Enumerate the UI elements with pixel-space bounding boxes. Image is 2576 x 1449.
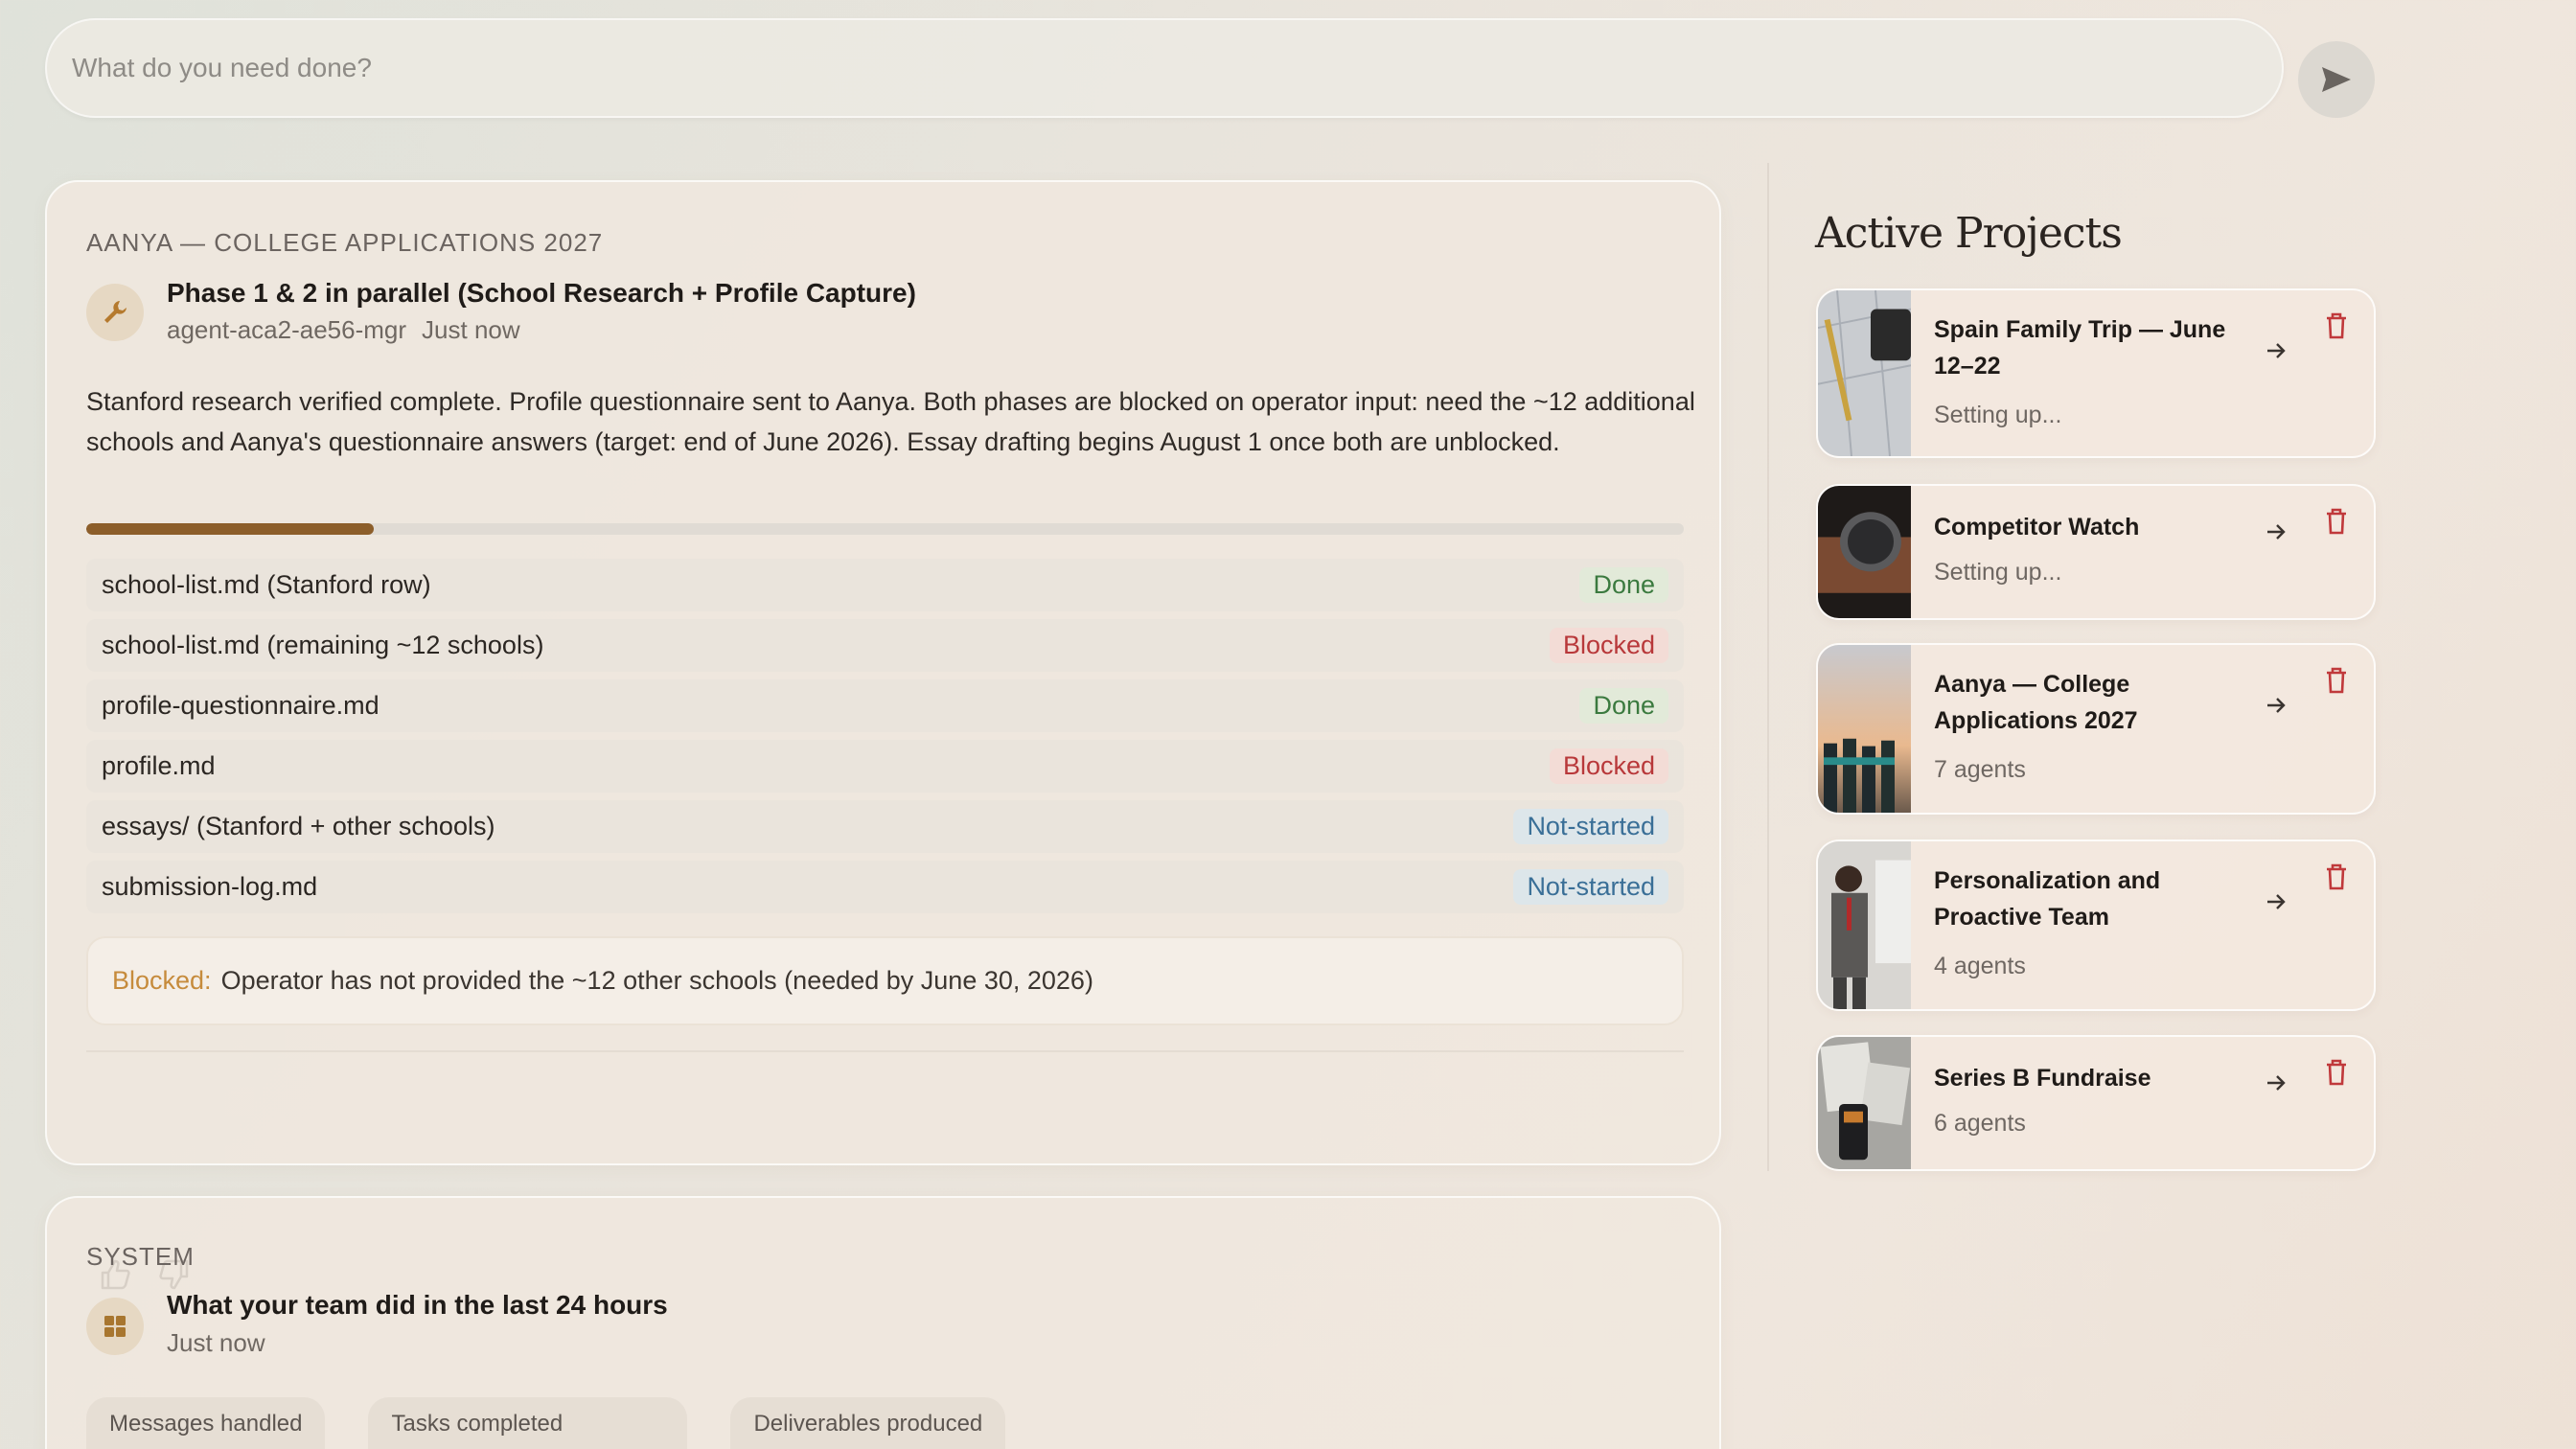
arrow-right-icon[interactable] — [2264, 889, 2288, 914]
progress-fill — [86, 523, 375, 535]
stat-label: Deliverables produced — [753, 1411, 983, 1437]
status-badge: Done — [1579, 688, 1668, 724]
card-kicker: AANYA — COLLEGE APPLICATIONS 2027 — [86, 228, 604, 257]
deliverable-row: submission-log.md Not-started — [86, 861, 1684, 913]
agent-id: agent-aca2-ae56-mgr — [167, 315, 407, 344]
project-status: 6 agents — [1934, 1110, 2026, 1137]
wrench-icon — [86, 284, 144, 341]
command-input[interactable] — [72, 20, 2257, 116]
arrow-right-icon[interactable] — [2264, 693, 2288, 718]
progress-bar — [86, 523, 1684, 535]
status-badge: Blocked — [1549, 748, 1668, 784]
deliverable-row: school-list.md (Stanford row) Done — [86, 559, 1684, 611]
project-card[interactable]: Aanya — College Applications 2027 7 agen… — [1816, 643, 2376, 815]
deliverable-name: submission-log.md — [102, 872, 318, 901]
deliverable-name: essays/ (Stanford + other schools) — [102, 812, 495, 840]
trash-icon[interactable] — [2324, 1058, 2349, 1087]
send-button[interactable] — [2298, 41, 2375, 118]
update-body: Stanford research verified complete. Pro… — [86, 387, 1695, 456]
stats-row: Messages handled 124 Tasks completed 38 … — [86, 1397, 1006, 1449]
deliverable-row: essays/ (Stanford + other schools) Not-st… — [86, 800, 1684, 853]
deliverable-name: school-list.md (Stanford row) — [102, 570, 431, 599]
status-badge: Blocked — [1549, 628, 1668, 663]
project-image-map — [1818, 290, 1911, 456]
project-image-presenter — [1818, 841, 1911, 1009]
command-bar — [45, 18, 2284, 118]
update-meta: agent-aca2-ae56-mgr Just now — [167, 315, 520, 345]
arrow-right-icon[interactable] — [2264, 519, 2288, 544]
system-summary-card: SYSTEM What your team did in the last 24… — [45, 1196, 1721, 1449]
trash-icon[interactable] — [2324, 862, 2349, 891]
blocked-text: Operator has not provided the ~12 other … — [220, 966, 1093, 995]
deliverable-row: profile.md Blocked — [86, 740, 1684, 793]
system-title: What your team did in the last 24 hours — [167, 1290, 668, 1320]
stat-deliverables: Deliverables produced 4 — [730, 1397, 1006, 1449]
card-kicker: SYSTEM — [86, 1242, 195, 1271]
deliverable-row: school-list.md (remaining ~12 schools) Bl… — [86, 619, 1684, 672]
project-status: Setting up... — [1934, 402, 2062, 428]
project-name: Spain Family Trip — June 12–22 — [1934, 316, 2226, 380]
project-name: Aanya — College Applications 2027 — [1934, 671, 2138, 734]
send-icon — [2322, 67, 2351, 92]
project-name: Personalization and Proactive Team — [1934, 867, 2161, 931]
divider — [86, 1050, 1684, 1052]
update-time: Just now — [422, 315, 520, 344]
project-status: 7 agents — [1934, 756, 2026, 783]
column-divider — [1767, 163, 1769, 1171]
active-projects-title: Active Projects — [1815, 209, 2123, 258]
project-update-card: AANYA — COLLEGE APPLICATIONS 2027 Phase … — [45, 180, 1721, 1290]
blocked-notice: Blocked: Operator has not provided the ~… — [86, 936, 1684, 1025]
trash-icon[interactable] — [2324, 666, 2349, 695]
stat-label: Messages handled — [109, 1411, 303, 1437]
update-title: Phase 1 & 2 in parallel (School Research… — [167, 278, 916, 308]
project-image-documents — [1818, 1037, 1911, 1169]
project-status: 4 agents — [1934, 953, 2026, 979]
stat-messages: Messages handled 124 — [86, 1397, 326, 1449]
status-badge: Done — [1579, 567, 1668, 603]
project-card[interactable]: Competitor Watch Setting up... — [1816, 484, 2376, 620]
deliverable-name: school-list.md (remaining ~12 schools) — [102, 631, 544, 659]
status-badge: Not-started — [1513, 809, 1668, 844]
stat-value: 4 — [753, 1445, 982, 1449]
deliverables-list: school-list.md (Stanford row) Done school-… — [86, 559, 1684, 921]
status-badge: Not-started — [1513, 869, 1668, 905]
project-name: Series B Fundraise — [1934, 1065, 2151, 1092]
project-card[interactable]: Series B Fundraise 6 agents — [1816, 1035, 2376, 1171]
project-card[interactable]: Personalization and Proactive Team 4 age… — [1816, 840, 2376, 1011]
project-status: Setting up... — [1934, 559, 2062, 586]
trash-icon[interactable] — [2324, 311, 2349, 340]
stat-value: 38 — [391, 1445, 664, 1449]
blocked-label: Blocked: — [112, 966, 212, 995]
arrow-right-icon[interactable] — [2264, 338, 2288, 363]
stat-label: Tasks completed — [391, 1411, 564, 1437]
project-image-watch — [1818, 486, 1911, 618]
project-image-graduates — [1818, 645, 1911, 813]
stat-value: 124 — [109, 1445, 302, 1449]
project-name: Competitor Watch — [1934, 514, 2140, 540]
grid-icon — [86, 1298, 144, 1355]
system-time: Just now — [167, 1328, 265, 1357]
deliverable-name: profile-questionnaire.md — [102, 691, 380, 720]
trash-icon[interactable] — [2324, 507, 2349, 536]
stat-tasks: Tasks completed 38 — [368, 1397, 688, 1449]
deliverable-name: profile.md — [102, 751, 216, 780]
arrow-right-icon[interactable] — [2264, 1070, 2288, 1095]
project-card[interactable]: Spain Family Trip — June 12–22 Setting u… — [1816, 288, 2376, 458]
deliverable-row: profile-questionnaire.md Done — [86, 679, 1684, 732]
